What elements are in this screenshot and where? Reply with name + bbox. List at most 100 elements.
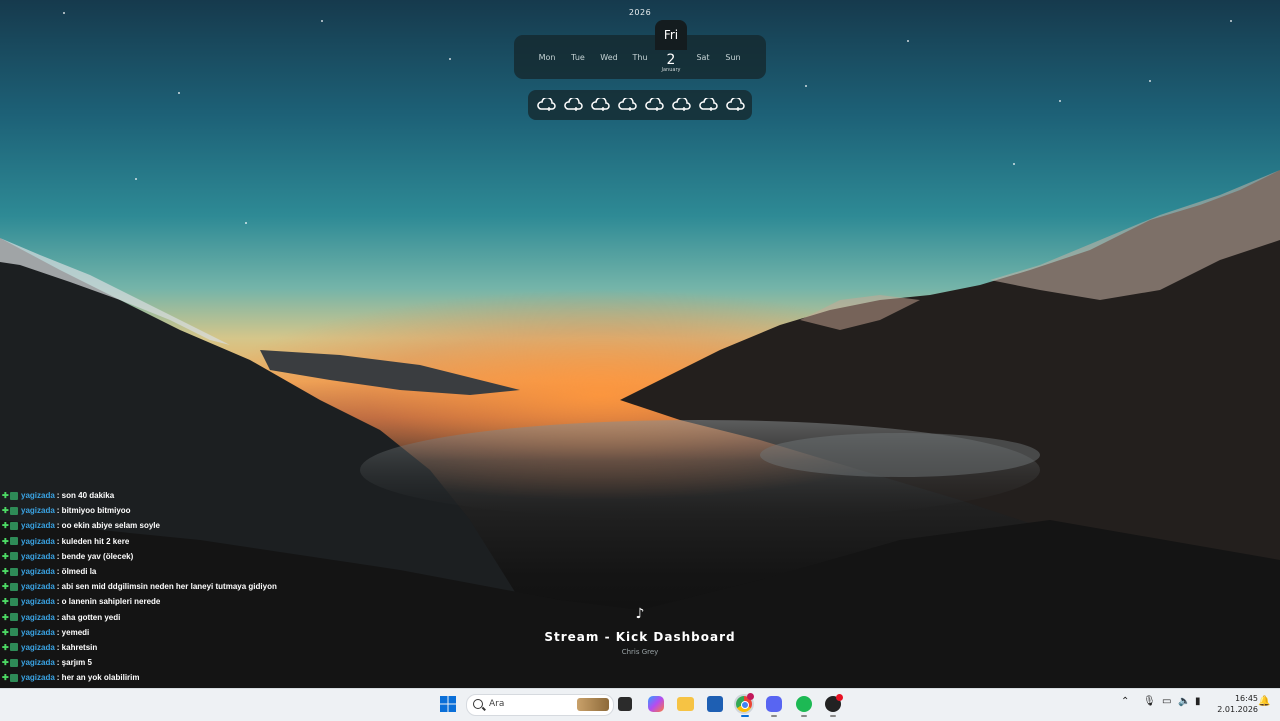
app-notification-badge (836, 694, 843, 701)
chat-username: yagizada (21, 597, 55, 607)
star (1059, 100, 1061, 102)
day-sat: Sat (696, 53, 710, 62)
cloud-icon (589, 96, 611, 114)
chat-username: yagizada (21, 506, 55, 516)
week-calendar: Mon Tue Wed Thu Sat Sun (514, 35, 766, 79)
microsoft-store-icon[interactable] (707, 696, 723, 712)
badge-icon: ✚ (2, 536, 9, 546)
chat-text: : o lanenin sahipleri nerede (56, 597, 161, 607)
clock-time: 16:45 (1234, 694, 1258, 703)
chat-username: yagizada (21, 536, 55, 546)
running-indicator (801, 715, 807, 717)
subscriber-badge-icon (10, 567, 18, 576)
task-view-button[interactable] (618, 697, 632, 711)
star (449, 58, 451, 60)
system-clock[interactable]: 16:45 2.01.2026 (1210, 693, 1258, 715)
badge-icon: ✚ (2, 582, 9, 592)
badge-icon: ✚ (2, 491, 9, 501)
speaker-icon[interactable]: 🔈 (1178, 696, 1190, 707)
today-card: Fri 2 January (655, 20, 687, 78)
cloud-icon (562, 96, 584, 114)
chat-username: yagizada (21, 551, 55, 561)
chat-message: ✚ yagizada: abi sen mid ddgilimsin neden … (2, 579, 302, 594)
badge-icon: ✚ (2, 658, 9, 668)
chat-username: yagizada (21, 673, 55, 683)
chrome-notification-badge (747, 693, 754, 700)
chat-message: ✚ yagizada: ölmedi la (2, 564, 302, 579)
chevron-up-icon[interactable]: ⌃ (1121, 696, 1129, 707)
cloud-icon (643, 96, 665, 114)
microphone-icon[interactable]: 🎙 (1143, 696, 1156, 707)
badge-icon: ✚ (2, 521, 9, 531)
battery-icon[interactable]: ▮ (1195, 696, 1201, 707)
chat-text: : şarjım 5 (56, 658, 92, 668)
discord-icon[interactable] (766, 696, 782, 712)
file-explorer-icon[interactable] (677, 697, 694, 711)
star (1149, 80, 1151, 82)
cloud-icon (670, 96, 692, 114)
day-thu: Thu (632, 53, 648, 62)
subscriber-badge-icon (10, 491, 18, 500)
chat-username: yagizada (21, 491, 55, 501)
search-placeholder: Ara (489, 699, 505, 709)
subscriber-badge-icon (10, 673, 18, 682)
chat-text: : oo ekin abiye selam soyle (56, 521, 160, 531)
chat-text: : aha gotten yedi (56, 612, 121, 622)
star (178, 92, 180, 94)
star (321, 20, 323, 22)
clock-date: 2.01.2026 (1217, 705, 1258, 714)
year-label: 2026 (628, 8, 652, 17)
subscriber-badge-icon (10, 521, 18, 530)
badge-icon: ✚ (2, 673, 9, 683)
search-icon (473, 699, 483, 709)
now-playing-artist: Chris Grey (621, 648, 659, 656)
star (907, 40, 909, 42)
copilot-icon[interactable] (648, 696, 664, 712)
taskbar-search-box[interactable]: Ara (466, 694, 614, 716)
chat-message (2, 478, 302, 488)
star (805, 85, 807, 87)
chat-message: ✚ yagizada: oo ekin abiye selam soyle (2, 518, 302, 533)
today-day: Fri (655, 20, 687, 50)
badge-icon: ✚ (2, 551, 9, 561)
notification-bell-icon[interactable]: 🔔 (1258, 696, 1270, 707)
search-highlight-image (577, 698, 609, 711)
star (1013, 163, 1015, 165)
chat-message: ✚ yagizada: o lanenin sahipleri nerede (2, 594, 302, 609)
chat-message: ✚ yagizada: her an yok olabilirim (2, 670, 302, 685)
chat-username: yagizada (21, 521, 55, 531)
chat-username: yagizada (21, 612, 55, 622)
subscriber-badge-icon (10, 582, 18, 591)
spotify-icon[interactable] (796, 696, 812, 712)
chat-text: : ölmedi la (56, 567, 97, 577)
chat-username: yagizada (21, 658, 55, 668)
start-button[interactable] (440, 696, 456, 712)
day-tue: Tue (571, 53, 585, 62)
star (245, 222, 247, 224)
chat-text: : her an yok olabilirim (56, 673, 140, 683)
chat-text: : abi sen mid ddgilimsin neden her laney… (56, 582, 277, 592)
star (135, 178, 137, 180)
taskbar (0, 688, 1280, 721)
subscriber-badge-icon (10, 597, 18, 606)
cloud-icon (535, 96, 557, 114)
today-month: January (661, 67, 681, 73)
chat-message: ✚ yagizada: aha gotten yedi (2, 610, 302, 625)
subscriber-badge-icon (10, 613, 18, 622)
day-wed: Wed (600, 53, 618, 62)
chat-text: : bitmiyoo bitmiyoo (56, 506, 131, 516)
chat-username: yagizada (21, 582, 55, 592)
day-sun: Sun (725, 53, 741, 62)
badge-icon: ✚ (2, 506, 9, 516)
star (1230, 20, 1232, 22)
music-note-icon: ♪ (635, 606, 645, 622)
chat-message: ✚ yagizada: son 40 dakika (2, 488, 302, 503)
cloud-icon (616, 96, 638, 114)
badge-icon: ✚ (2, 612, 9, 622)
badge-icon: ✚ (2, 597, 9, 607)
subscriber-badge-icon (10, 658, 18, 667)
chat-text: : son 40 dakika (56, 491, 115, 501)
display-icon[interactable]: ▭ (1162, 696, 1171, 707)
chat-overlay: ✚ yagizada: son 40 dakika ✚ yagizada: bitm… (2, 478, 302, 690)
running-indicator (741, 715, 749, 717)
